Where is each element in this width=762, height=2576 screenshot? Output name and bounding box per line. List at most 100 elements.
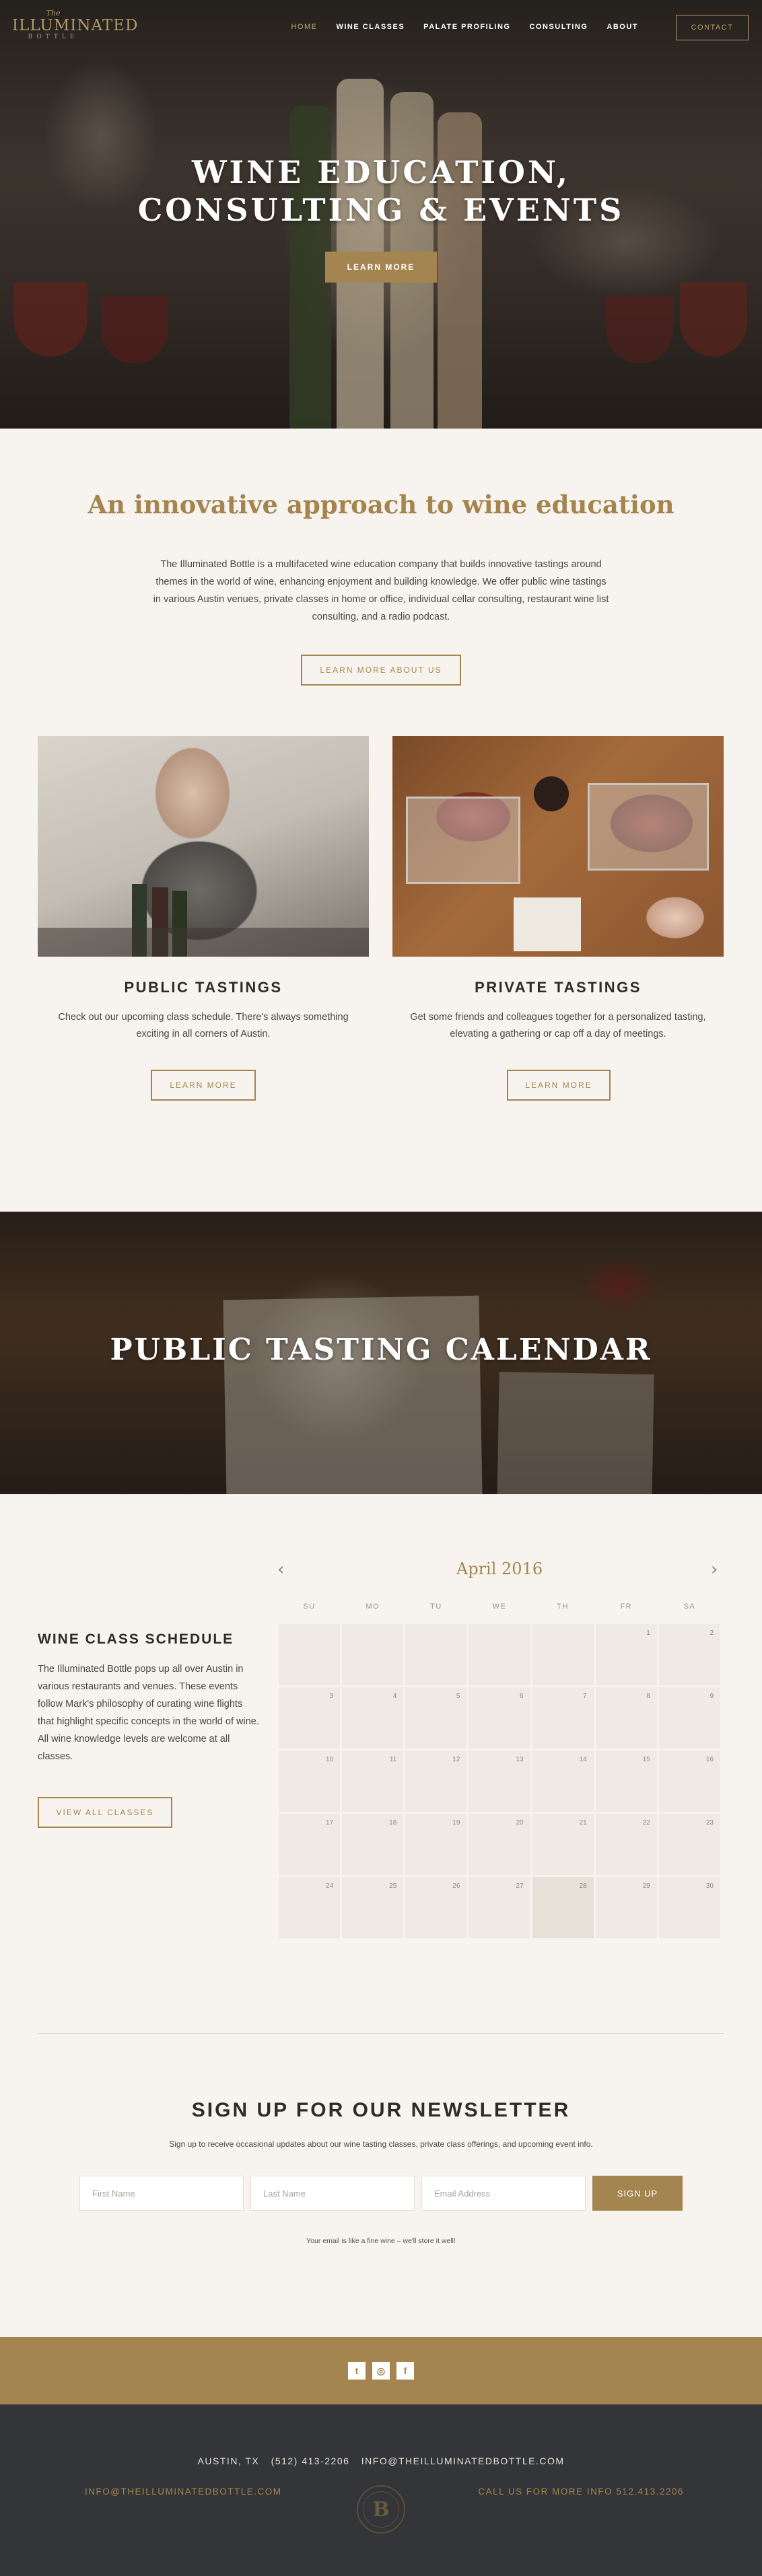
calendar-empty-day [342,1624,404,1685]
calendar-day-number: 15 [642,1756,650,1763]
calendar-day-number: 1 [646,1629,650,1637]
nav-consulting[interactable]: CONSULTING [529,23,588,31]
weekday-label: SU [303,1603,316,1611]
calendar-empty-day [279,1624,341,1685]
nav-about[interactable]: ABOUT [607,23,638,31]
calendar-day-number: 4 [392,1693,397,1700]
private-tastings-learn-more-button[interactable]: LEARN MORE [507,1070,611,1101]
weekday-label: WE [492,1603,507,1611]
calendar-day-number: 28 [579,1882,587,1890]
logo-sub: BOTTLE [28,34,79,40]
calendar-day[interactable]: 1 [595,1624,657,1685]
public-tastings-title: PUBLIC TASTINGS [124,979,283,996]
calendar-day[interactable]: 8 [595,1687,657,1749]
calendar-day-number: 25 [389,1882,397,1890]
calendar-day[interactable]: 14 [532,1751,594,1812]
calendar-day-number: 27 [516,1882,524,1890]
calendar-day[interactable]: 11 [342,1751,404,1812]
calendar-day[interactable]: 5 [405,1687,467,1749]
calendar-empty-day [405,1624,467,1685]
calendar-empty-day [469,1624,530,1685]
newsletter-note: Your email is like a fine wine – we'll s… [306,2237,456,2245]
calendar-day-number: 21 [579,1819,587,1827]
calendar-day-number: 16 [705,1756,714,1763]
twitter-icon[interactable]: t [348,2362,366,2380]
calendar-day[interactable]: 24 [279,1877,341,1938]
last-name-input[interactable]: Last Name [250,2176,415,2211]
main-nav: HOME WINE CLASSES PALATE PROFILING CONSU… [291,23,638,31]
site-header: The ILLUMINATED BOTTLE HOME WINE CLASSES… [0,0,762,58]
calendar-day[interactable]: 13 [469,1751,530,1812]
footer-phone[interactable]: (512) 413-2206 [271,2456,350,2466]
calendar-day-number: 26 [452,1882,460,1890]
calendar-day-number: 7 [583,1693,587,1700]
newsletter-subtitle: Sign up to receive occasional updates ab… [169,2139,593,2149]
calendar-day[interactable]: 23 [658,1814,720,1875]
calendar-day[interactable]: 22 [595,1814,657,1875]
view-all-classes-button[interactable]: VIEW ALL CLASSES [38,1797,172,1828]
calendar-day[interactable]: 30 [658,1877,720,1938]
private-tastings-image[interactable] [392,736,724,957]
calendar-day[interactable]: 10 [279,1751,341,1812]
calendar-weekday-header: SU MO TU WE TH FR SA [279,1603,720,1611]
calendar-day-number: 6 [520,1693,524,1700]
learn-more-about-us-button[interactable]: LEARN MORE ABOUT US [301,655,461,686]
calendar-day[interactable]: 25 [342,1877,404,1938]
footer-city: AUSTIN, TX [197,2456,260,2466]
calendar-day-number: 18 [389,1819,397,1827]
facebook-icon[interactable]: f [396,2362,414,2380]
calendar-day-number: 17 [326,1819,334,1827]
food-tray-image [588,783,709,871]
calendar-banner: PUBLIC TASTING CALENDAR [0,1212,762,1494]
calendar-day-number: 2 [709,1629,714,1637]
nav-palate-profiling[interactable]: PALATE PROFILING [423,23,510,31]
first-name-input[interactable]: First Name [79,2176,244,2211]
calendar-day[interactable]: 29 [595,1877,657,1938]
instagram-icon[interactable]: ◎ [372,2362,390,2380]
hero-title: WINE EDUCATION, CONSULTING & EVENTS [0,153,762,229]
public-tastings-image[interactable] [38,736,369,957]
calendar-day[interactable]: 16 [658,1751,720,1812]
calendar-day[interactable]: 28 [532,1877,594,1938]
hero-learn-more-button[interactable]: LEARN MORE [325,252,437,283]
contact-button[interactable]: CONTACT [676,15,749,40]
footer-email[interactable]: INFO@THEILLUMINATEDBOTTLE.COM [361,2456,565,2466]
calendar-day[interactable]: 9 [658,1687,720,1749]
private-tastings-title: PRIVATE TASTINGS [475,979,642,996]
site-logo[interactable]: The ILLUMINATED BOTTLE [12,9,137,41]
calendar-day-number: 3 [329,1693,334,1700]
calendar-next-icon[interactable]: › [711,1559,718,1580]
food-tray-image [406,797,520,884]
nav-home[interactable]: HOME [291,23,317,31]
footer-email-link[interactable]: INFO@THEILLUMINATEDBOTTLE.COM [85,2487,281,2497]
calendar-day[interactable]: 6 [469,1687,530,1749]
calendar-day-number: 19 [452,1819,460,1827]
calendar-day[interactable]: 20 [469,1814,530,1875]
public-tastings-learn-more-button[interactable]: LEARN MORE [151,1070,256,1101]
calendar-day[interactable]: 12 [405,1751,467,1812]
email-input[interactable]: Email Address [421,2176,586,2211]
section-divider [38,2033,724,2034]
nav-wine-classes[interactable]: WINE CLASSES [336,23,405,31]
calendar-day[interactable]: 2 [658,1624,720,1685]
schedule-text: The Illuminated Bottle pops up all over … [38,1664,259,1762]
calendar-day[interactable]: 19 [405,1814,467,1875]
calendar-day[interactable]: 4 [342,1687,404,1749]
calendar-day[interactable]: 17 [279,1814,341,1875]
calendar-day[interactable]: 3 [279,1687,341,1749]
hero-title-line2: CONSULTING & EVENTS [137,192,625,228]
calendar-day[interactable]: 18 [342,1814,404,1875]
calendar-banner-title: PUBLIC TASTING CALENDAR [110,1333,652,1367]
calendar-month: April 2016 [456,1559,543,1578]
newsletter-title: SIGN UP FOR OUR NEWSLETTER [191,2099,571,2121]
sign-up-button[interactable]: SIGN UP [592,2176,683,2211]
menu-card-image [514,897,581,951]
skillet-image [534,776,569,811]
calendar-day[interactable]: 27 [469,1877,530,1938]
calendar-day[interactable]: 15 [595,1751,657,1812]
calendar-day[interactable]: 21 [532,1814,594,1875]
footer-call-link[interactable]: CALL US FOR MORE INFO 512.413.2206 [478,2487,684,2497]
calendar-day[interactable]: 26 [405,1877,467,1938]
calendar-day[interactable]: 7 [532,1687,594,1749]
calendar-day-number: 11 [389,1756,397,1763]
